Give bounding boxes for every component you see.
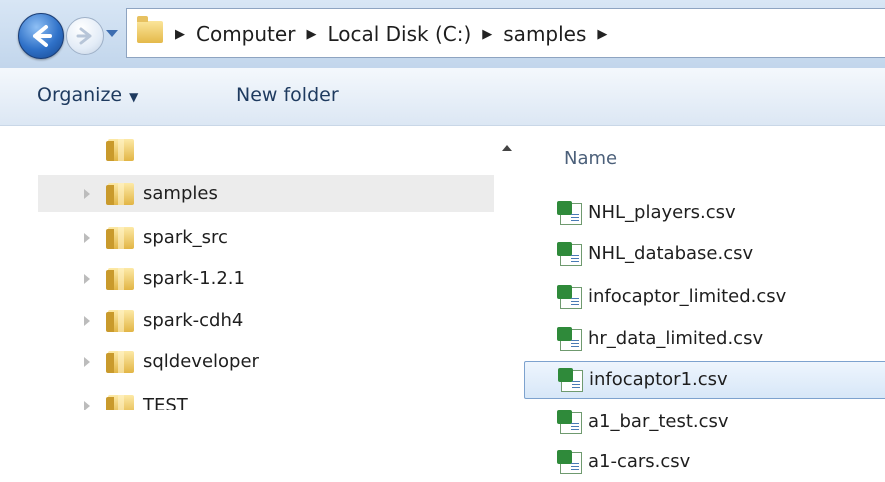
file-row[interactable]: NHL_database.csv <box>524 236 885 274</box>
file-name: infocaptor_limited.csv <box>588 286 787 307</box>
command-toolbar: Organize ▼ New folder <box>0 68 885 126</box>
nav-item-spark-cdh4[interactable]: spark-cdh4 <box>38 302 494 339</box>
file-row[interactable]: hr_data_limited.csv <box>524 321 885 359</box>
new-folder-label: New folder <box>236 84 339 106</box>
recent-pages-dropdown[interactable] <box>106 30 118 37</box>
nav-item-sqldeveloper[interactable]: sqldeveloper <box>38 343 494 380</box>
file-row[interactable]: a1_bar_test.csv <box>524 404 885 442</box>
nav-item-label: sqldeveloper <box>143 351 259 372</box>
csv-file-icon <box>557 285 582 309</box>
file-row[interactable]: NHL_players.csv <box>524 195 885 233</box>
nav-item-label: spark-1.2.1 <box>143 268 245 289</box>
breadcrumb-samples[interactable]: samples <box>503 22 586 46</box>
folder-icon <box>106 350 134 373</box>
nav-item-label: samples <box>143 183 218 204</box>
file-row[interactable]: a1-cars.csv <box>524 444 885 482</box>
breadcrumb-computer[interactable]: Computer <box>196 22 295 46</box>
breadcrumb-separator-icon[interactable]: ▶ <box>482 27 492 42</box>
nav-item-samples[interactable]: samples <box>38 175 494 212</box>
breadcrumb: ▶ Computer ▶ Local Disk (C:) ▶ samples ▶ <box>175 22 618 46</box>
csv-file-icon <box>557 327 582 351</box>
nav-item-label: TEST <box>143 395 188 410</box>
csv-file-icon <box>557 410 582 434</box>
forward-arrow-icon <box>76 27 92 45</box>
nav-item-partial[interactable] <box>38 135 494 161</box>
file-row-selected[interactable]: infocaptor1.csv <box>524 361 885 399</box>
file-name: NHL_database.csv <box>588 243 754 264</box>
scroll-up-icon[interactable] <box>502 145 512 151</box>
expand-arrow-icon[interactable] <box>84 400 90 410</box>
nav-item-test[interactable]: TEST <box>38 387 494 410</box>
back-arrow-icon <box>33 25 52 47</box>
organize-label: Organize <box>37 84 123 106</box>
csv-file-icon <box>557 450 582 474</box>
nav-item-spark-src[interactable]: spark_src <box>38 219 494 256</box>
expand-arrow-icon[interactable] <box>84 188 90 199</box>
breadcrumb-local-disk[interactable]: Local Disk (C:) <box>327 22 471 46</box>
expand-arrow-icon[interactable] <box>84 232 90 243</box>
breadcrumb-separator-icon[interactable]: ▶ <box>306 27 316 42</box>
file-name: a1-cars.csv <box>588 451 691 472</box>
folder-icon <box>106 226 134 249</box>
chevron-down-icon: ▼ <box>129 90 139 104</box>
folder-icon <box>137 16 163 43</box>
csv-file-icon <box>558 368 583 392</box>
nav-item-spark-1-2-1[interactable]: spark-1.2.1 <box>38 260 494 297</box>
organize-button[interactable]: Organize ▼ <box>37 84 138 106</box>
file-name: infocaptor1.csv <box>589 369 728 390</box>
address-box[interactable]: ▶ Computer ▶ Local Disk (C:) ▶ samples ▶ <box>126 8 885 58</box>
column-header-name[interactable]: Name <box>564 148 617 169</box>
folder-icon <box>106 182 134 205</box>
breadcrumb-separator-icon[interactable]: ▶ <box>597 27 607 42</box>
address-bar-strip: ▶ Computer ▶ Local Disk (C:) ▶ samples ▶ <box>0 0 885 68</box>
file-name: a1_bar_test.csv <box>588 411 729 432</box>
folder-icon <box>106 267 134 290</box>
folder-icon <box>106 309 134 332</box>
breadcrumb-separator-icon[interactable]: ▶ <box>175 27 185 42</box>
navigation-pane: samples spark_src spark-1.2.1 spark-cdh4… <box>38 135 494 410</box>
expand-arrow-icon[interactable] <box>84 315 90 326</box>
nav-item-label: spark-cdh4 <box>143 310 244 331</box>
nav-pane-scrollbar[interactable] <box>496 126 522 473</box>
expand-arrow-icon[interactable] <box>84 273 90 284</box>
nav-item-label: spark_src <box>143 227 228 248</box>
forward-button[interactable] <box>66 17 104 55</box>
file-list: Name NHL_players.csv NHL_database.csv in… <box>522 126 885 474</box>
file-name: hr_data_limited.csv <box>588 328 764 349</box>
file-row[interactable]: infocaptor_limited.csv <box>524 279 885 317</box>
csv-file-icon <box>557 242 582 266</box>
back-button[interactable] <box>18 13 64 59</box>
new-folder-button[interactable]: New folder <box>236 84 339 106</box>
expand-arrow-icon[interactable] <box>84 356 90 367</box>
csv-file-icon <box>557 201 582 225</box>
file-name: NHL_players.csv <box>588 202 736 223</box>
folder-icon <box>106 139 134 161</box>
folder-icon <box>106 394 134 410</box>
